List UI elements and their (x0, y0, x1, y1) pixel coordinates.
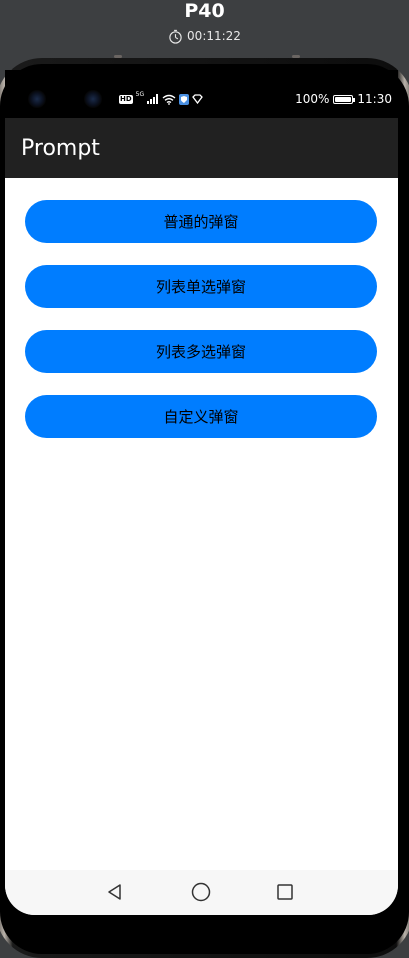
app-bar: Prompt (5, 118, 398, 178)
frame-notch-right (292, 55, 300, 58)
front-camera-right (84, 90, 102, 108)
device-title: P40 (184, 0, 225, 22)
single-choice-dialog-button[interactable]: 列表单选弹窗 (25, 265, 377, 308)
single-choice-dialog-button-label: 列表单选弹窗 (155, 278, 246, 296)
stopwatch-icon (169, 29, 182, 44)
hd-badge: HD (119, 94, 133, 104)
recents-square-icon (277, 884, 293, 900)
back-button[interactable] (103, 880, 127, 904)
clock: 11:30 (357, 92, 392, 106)
status-left-icons: HD 5G (119, 92, 203, 106)
battery-tip (353, 97, 356, 102)
battery-fill (335, 96, 352, 102)
wifi-icon (162, 94, 176, 105)
normal-dialog-button[interactable]: 普通的弹窗 (25, 200, 377, 243)
battery-icon (333, 94, 356, 104)
home-button[interactable] (189, 880, 213, 904)
signal-icon (147, 94, 159, 104)
recents-button[interactable] (273, 880, 297, 904)
main-content: 普通的弹窗 列表单选弹窗 列表多选弹窗 自定义弹窗 (5, 178, 398, 870)
multi-choice-dialog-button[interactable]: 列表多选弹窗 (25, 330, 377, 373)
elapsed-timer: 00:11:22 (0, 27, 409, 45)
multi-choice-dialog-button-label: 列表多选弹窗 (155, 343, 246, 361)
phone-screen: HD 5G 100% 11:30 Prompt 普通的弹窗 列表单选弹窗 列表多… (5, 70, 398, 915)
page-title: Prompt (21, 135, 100, 161)
elapsed-time: 00:11:22 (187, 29, 241, 43)
battery-percent: 100% (295, 92, 330, 106)
network-type: 5G (135, 91, 145, 98)
custom-dialog-button[interactable]: 自定义弹窗 (25, 395, 377, 438)
navigation-bar (5, 870, 398, 915)
custom-dialog-button-label: 自定义弹窗 (163, 408, 239, 426)
home-circle-icon (191, 882, 211, 902)
normal-dialog-button-label: 普通的弹窗 (163, 213, 239, 231)
status-bar: HD 5G 100% 11:30 (5, 70, 398, 118)
frame-notch-left (114, 55, 122, 58)
back-triangle-icon (108, 884, 121, 900)
shield-icon (179, 93, 190, 105)
nfc-icon (192, 94, 203, 104)
status-right-icons: 100% 11:30 (295, 92, 392, 106)
front-camera-left (28, 90, 46, 108)
